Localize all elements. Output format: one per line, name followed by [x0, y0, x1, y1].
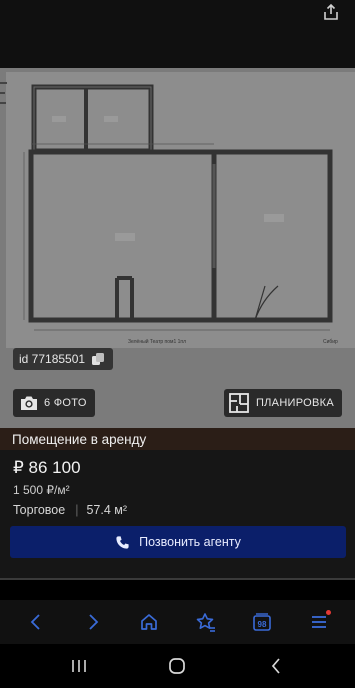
floorplan-label: ПЛАНИРОВКА — [255, 397, 334, 409]
tabs-button[interactable]: 98 — [242, 602, 282, 642]
floor-plan-image[interactable]: Зелёный Театр пом1 1пл Сибир — [0, 68, 355, 428]
property-area: 57.4 м² — [86, 503, 128, 517]
listing-title-bar: Помещение в аренду — [0, 428, 355, 450]
call-agent-button[interactable]: Позвонить агенту — [10, 526, 346, 558]
phone-icon — [116, 535, 129, 549]
menu-button[interactable] — [299, 602, 339, 642]
floorplan-icon — [229, 393, 249, 413]
back-button[interactable] — [16, 602, 56, 642]
system-back-button[interactable] — [256, 646, 296, 686]
floorplan-button[interactable]: ПЛАНИРОВКА — [223, 389, 342, 417]
camera-icon — [21, 396, 37, 410]
listing-id: id 77185501 — [19, 352, 86, 366]
copy-icon — [92, 353, 105, 365]
recent-apps-icon — [72, 660, 86, 672]
plan-caption-right: Сибир — [323, 339, 338, 345]
photos-button[interactable]: 6 ФОТО — [13, 389, 95, 417]
listing-id-badge[interactable]: id 77185501 — [13, 348, 114, 370]
top-bar — [0, 0, 355, 68]
browser-toolbar: 98 — [0, 600, 355, 644]
tab-count: 98 — [258, 620, 267, 629]
system-home-icon — [169, 658, 186, 674]
system-back-icon — [271, 658, 280, 674]
call-agent-label: Позвонить агенту — [139, 535, 241, 549]
bookmark-star-icon — [196, 613, 215, 632]
meta-separator: | — [75, 503, 79, 517]
photos-count-label: 6 ФОТО — [44, 397, 87, 409]
screen: Зелёный Театр пом1 1пл Сибир id 77185501… — [0, 0, 355, 688]
price-per-sqm: 1 500 ₽/м² — [13, 483, 70, 497]
system-navigation-bar — [0, 644, 355, 688]
property-type: Торговое — [13, 503, 66, 517]
bookmarks-button[interactable] — [186, 602, 226, 642]
forward-button[interactable] — [73, 602, 113, 642]
home-icon — [141, 614, 158, 630]
menu-icon — [311, 616, 326, 628]
notification-dot — [325, 610, 331, 615]
back-icon — [30, 614, 40, 630]
forward-icon — [89, 614, 99, 630]
listing-title: Помещение в аренду — [12, 432, 147, 447]
share-icon — [324, 3, 338, 20]
tabs-icon: 98 — [253, 613, 272, 631]
plan-caption-left: Зелёный Театр пом1 1пл — [128, 338, 186, 345]
divider — [0, 578, 355, 580]
price: ₽ 86 100 — [13, 458, 81, 477]
share-button[interactable] — [317, 0, 345, 24]
property-meta: Торговое | 57.4 м² — [13, 503, 127, 517]
home-button[interactable] — [129, 602, 169, 642]
listing-info-panel: ₽ 86 100 1 500 ₽/м² Торговое | 57.4 м² П… — [0, 450, 355, 580]
system-home-button[interactable] — [157, 646, 197, 686]
recent-apps-button[interactable] — [59, 646, 99, 686]
